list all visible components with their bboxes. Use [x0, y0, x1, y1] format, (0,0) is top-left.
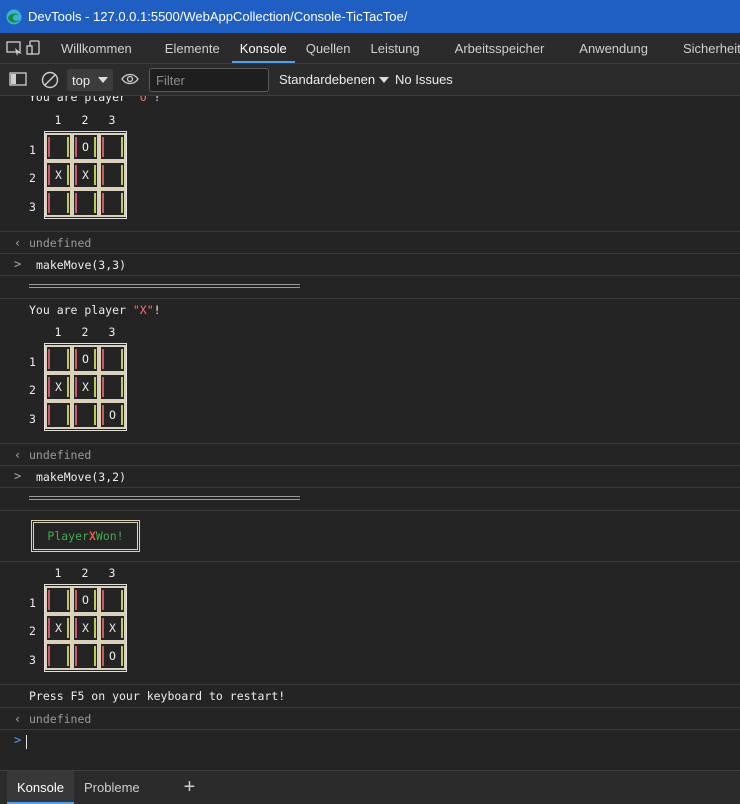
player-line: You are player "O"! [29, 96, 161, 104]
row-header: 1 [29, 143, 36, 157]
column-header: 3 [108, 113, 116, 127]
window-title: DevTools - 127.0.0.1:5500/WebAppCollecti… [28, 9, 408, 24]
column-header: 2 [81, 325, 89, 339]
input-chevron-icon: > [14, 469, 22, 483]
console-log-row: Press F5 on your keyboard to restart! [0, 685, 740, 708]
board-cell: X [99, 614, 126, 642]
console-command-row: > makeMove(3,3) [0, 254, 740, 276]
chevron-down-icon [379, 76, 390, 83]
console-result-row: ‹ undefined [0, 444, 740, 466]
board-cell: X [45, 161, 72, 189]
tab-konsole[interactable]: Konsole [231, 33, 295, 63]
bottom-drawer-tabs: Konsole Probleme + [0, 770, 740, 804]
add-tab-icon[interactable]: + [172, 771, 208, 804]
live-expression-eye-icon[interactable] [121, 72, 139, 86]
column-header: 1 [54, 113, 62, 127]
column-header: 2 [81, 566, 89, 580]
console-result-row: ‹ undefined [0, 708, 740, 730]
board-cell [72, 642, 99, 670]
console-output: You are player "O"! 1 2 3 1 2 3 O X X ‹ … [0, 96, 740, 770]
tab-arbeitsspeicher[interactable]: Arbeitsspeicher [455, 33, 545, 63]
chevron-down-icon [98, 77, 109, 83]
inspect-element-icon[interactable] [6, 33, 24, 63]
row-header: 1 [29, 596, 36, 610]
log-levels-dropdown[interactable]: Standardebenen [279, 72, 390, 87]
filter-input[interactable] [149, 68, 269, 92]
board-cell [72, 401, 99, 429]
drawer-tab-konsole[interactable]: Konsole [7, 771, 74, 804]
board-cell: O [72, 345, 99, 373]
board-cell: X [45, 614, 72, 642]
board-cell [99, 161, 126, 189]
row-header: 3 [29, 200, 36, 214]
player-line: You are player "X"! [29, 303, 161, 317]
return-value-arrow-icon: ‹ [14, 236, 22, 250]
row-header: 2 [29, 171, 36, 185]
column-header: 2 [81, 113, 89, 127]
board-cell: X [45, 373, 72, 401]
board-cell [45, 345, 72, 373]
board-cell [99, 345, 126, 373]
board-cell: O [99, 401, 126, 429]
console-toolbar: top Standardebenen No Issues [0, 64, 740, 96]
return-value-arrow-icon: ‹ [14, 712, 22, 726]
tab-leistung[interactable]: Leistung [371, 33, 420, 63]
tab-anwendung[interactable]: Anwendung [579, 33, 648, 63]
toggle-sidebar-icon[interactable] [9, 72, 27, 86]
row-header: 2 [29, 624, 36, 638]
board-cell [45, 401, 72, 429]
clear-console-icon[interactable] [41, 71, 59, 89]
board-cell: O [99, 642, 126, 670]
column-header: 1 [54, 566, 62, 580]
console-log-row [0, 488, 740, 511]
console-log-row: 1 2 3 1 2 3 O X X X O [0, 562, 740, 685]
win-message-box: Player X Won! [31, 520, 140, 552]
row-header: 3 [29, 412, 36, 426]
console-log-row [0, 276, 740, 299]
board-cell [99, 189, 126, 217]
board-cell: X [72, 373, 99, 401]
row-header: 1 [29, 355, 36, 369]
console-log-row: You are player "O"! 1 2 3 1 2 3 O X X [0, 96, 740, 232]
board-cell [45, 586, 72, 614]
console-log-row: You are player "X"! 1 2 3 1 2 3 O X X O [0, 299, 740, 444]
input-chevron-icon: > [14, 733, 22, 747]
context-selector[interactable]: top [67, 69, 113, 91]
board-cell [72, 189, 99, 217]
board-cell [45, 189, 72, 217]
separator-line [29, 284, 300, 288]
separator-line [29, 496, 300, 500]
device-emulation-icon[interactable] [26, 33, 44, 63]
column-header: 1 [54, 325, 62, 339]
board-cell [99, 586, 126, 614]
row-header: 2 [29, 383, 36, 397]
console-input-prompt[interactable]: > [0, 730, 740, 754]
console-log-row: Player X Won! [0, 511, 740, 562]
console-result-row: ‹ undefined [0, 232, 740, 254]
column-header: 3 [108, 566, 116, 580]
return-value-arrow-icon: ‹ [14, 448, 22, 462]
column-header: 3 [108, 325, 116, 339]
drawer-tab-probleme[interactable]: Probleme [74, 771, 150, 804]
board-cell [99, 373, 126, 401]
text-cursor [26, 735, 27, 749]
row-header: 3 [29, 653, 36, 667]
board-cell: O [72, 133, 99, 161]
board-cell: X [72, 161, 99, 189]
tab-sicherheit[interactable]: Sicherheit [683, 33, 740, 63]
board-cell: O [72, 586, 99, 614]
edge-browser-icon [6, 9, 22, 24]
window-titlebar: DevTools - 127.0.0.1:5500/WebAppCollecti… [0, 0, 740, 33]
devtools-tab-bar: Willkommen Elemente Konsole Quellen Leis… [0, 33, 740, 64]
board-cell [99, 133, 126, 161]
tab-elemente[interactable]: Elemente [165, 33, 220, 63]
board-cell [45, 133, 72, 161]
tab-willkommen[interactable]: Willkommen [61, 33, 132, 63]
console-command-row: > makeMove(3,2) [0, 466, 740, 488]
input-chevron-icon: > [14, 257, 22, 271]
board-cell [45, 642, 72, 670]
tab-quellen[interactable]: Quellen [306, 33, 351, 63]
board-cell: X [72, 614, 99, 642]
issues-counter[interactable]: No Issues [395, 72, 453, 87]
